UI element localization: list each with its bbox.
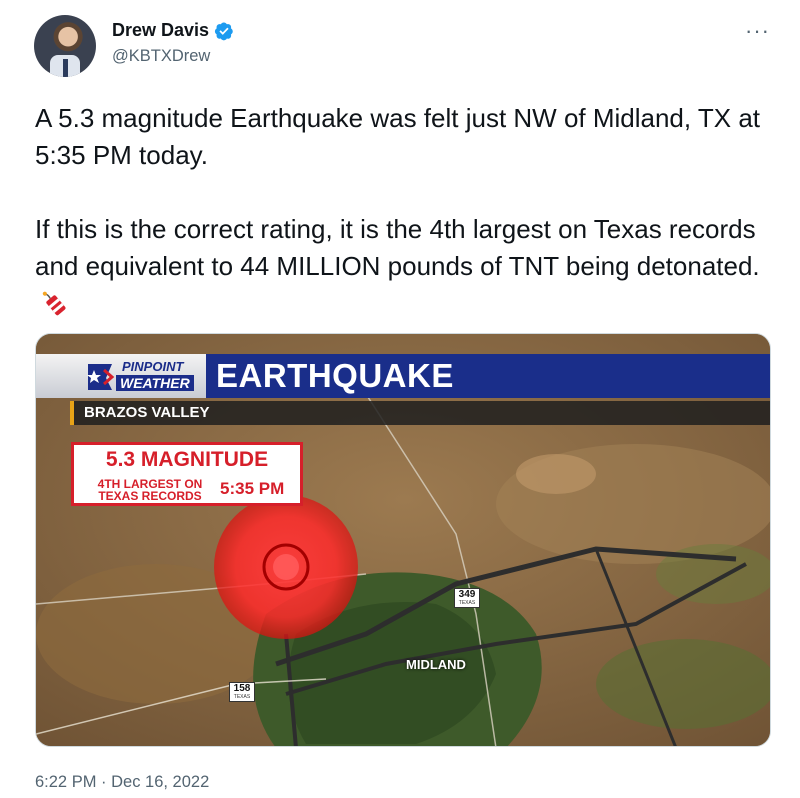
station-logo: PINPOINT WEATHER — [36, 354, 206, 398]
author-handle[interactable]: @KBTXDrew — [112, 47, 234, 66]
tweet: Drew Davis @KBTXDrew ··· A 5.3 magnitude… — [0, 0, 800, 798]
rank-text: 4TH LARGEST ON TEXAS RECORDS — [97, 477, 203, 503]
avatar[interactable] — [34, 15, 96, 77]
tweet-paragraph-2: If this is the correct rating, it is the… — [35, 211, 780, 322]
verified-badge-icon — [214, 22, 233, 40]
magnitude-text: 5.3 MAGNITUDE — [105, 448, 269, 471]
graphic-headline: EARTHQUAKE — [216, 357, 454, 394]
author-info: Drew Davis @KBTXDrew — [112, 20, 234, 66]
earthquake-map-image[interactable]: PINPOINT WEATHER EARTHQUAKE BRAZOS VALLE… — [35, 333, 771, 747]
firecracker-icon — [42, 291, 66, 316]
more-options-icon[interactable]: ··· — [745, 20, 770, 42]
graphic-title-bar: PINPOINT WEATHER EARTHQUAKE — [36, 354, 770, 398]
route-349-state: TEXAS — [458, 600, 476, 606]
name-row: Drew Davis — [112, 20, 234, 41]
magnitude-callout: 5.3 MAGNITUDE 4TH LARGEST ON TEXAS RECOR… — [71, 442, 303, 506]
tweet-paragraph-2-text: If this is the correct rating, it is the… — [35, 214, 760, 281]
region-bar: BRAZOS VALLEY — [70, 401, 770, 425]
region-label: BRAZOS VALLEY — [84, 404, 210, 421]
tweet-paragraph-1: A 5.3 magnitude Earthquake was felt just… — [35, 103, 761, 170]
route-158-number: 158 — [233, 683, 251, 694]
logo-weather-text: WEATHER — [116, 375, 194, 391]
route-158-state: TEXAS — [233, 694, 251, 700]
city-label-midland: MIDLAND — [406, 657, 466, 672]
tweet-timestamp[interactable]: 6:22 PM · Dec 16, 2022 — [35, 773, 209, 792]
route-349-number: 349 — [458, 589, 476, 600]
route-349-shield: 349 TEXAS — [454, 588, 480, 608]
tweet-text: A 5.3 magnitude Earthquake was felt just… — [35, 100, 780, 322]
logo-pinpoint-text: PINPOINT — [122, 359, 184, 374]
author-name[interactable]: Drew Davis — [112, 20, 209, 41]
route-158-shield: 158 TEXAS — [229, 682, 255, 702]
quake-time-text: 5:35 PM — [220, 479, 285, 498]
